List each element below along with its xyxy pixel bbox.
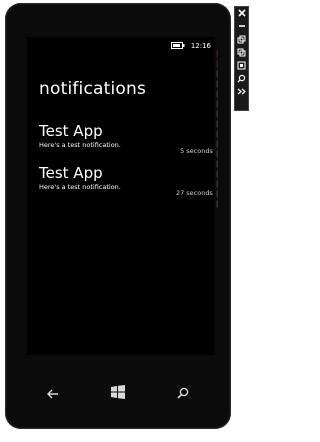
page-title: notifications [39,79,147,99]
more-tools-icon[interactable] [235,87,248,98]
ruler-mark: │ [215,141,219,148]
emulator-toolbar [234,6,249,111]
ruler-mark: │ [215,161,219,168]
zoom-icon[interactable] [235,74,248,85]
ruler-mark: │ [215,91,219,98]
status-clock: 12:16 [190,42,211,50]
ruler-mark: │ [215,71,219,78]
notification-app-name: Test App [39,164,103,182]
emulator-side-ruler: │ │ │ │ │ │ │ │ │ │ │ │ │ │ │ │ [212,51,222,221]
start-button[interactable] [106,381,130,405]
phone-screen: 12:16 notifications Test App Here's a te… [27,37,215,355]
ruler-mark: │ [215,111,219,118]
notification-time: 27 seconds ago [175,189,215,197]
ruler-mark: │ [215,181,219,188]
ruler-mark: │ [215,171,219,178]
ruler-mark: │ [215,121,219,128]
minimize-icon[interactable] [235,22,248,33]
ruler-mark: │ [215,51,219,58]
status-bar: 12:16 [27,37,215,55]
notification-time: 5 seconds ago [180,147,215,155]
hardware-button-bar [5,375,231,415]
ruler-mark: │ [215,191,219,198]
fit-to-screen-icon[interactable] [235,61,248,72]
back-icon [47,384,59,403]
search-icon [177,384,189,403]
back-button[interactable] [41,381,65,405]
search-button[interactable] [171,381,195,405]
windows-logo-icon [111,384,125,403]
close-icon[interactable] [235,9,248,20]
notification-app-name: Test App [39,122,103,140]
notification-item[interactable]: Test App Here's a test notification. 27 … [39,164,215,197]
ruler-mark: │ [215,201,219,208]
ruler-mark: │ [215,101,219,108]
rotate-left-icon[interactable] [235,35,248,46]
ruler-mark: │ [215,151,219,158]
notification-item[interactable]: Test App Here's a test notification. 5 s… [39,122,215,155]
battery-icon [171,42,185,51]
rotate-right-icon[interactable] [235,48,248,59]
ruler-mark: │ [215,131,219,138]
ruler-mark: │ [215,81,219,88]
phone-emulator-frame: 12:16 notifications Test App Here's a te… [5,3,231,429]
ruler-mark: │ [215,61,219,68]
